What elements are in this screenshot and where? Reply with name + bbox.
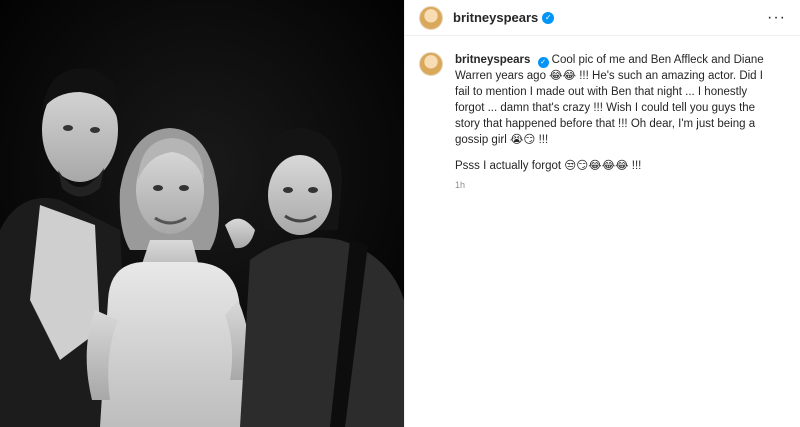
avatar[interactable] xyxy=(419,5,443,30)
verified-badge-icon: ✓ xyxy=(542,11,555,24)
caption-text: britneyspears ✓ Cool pic of me and Ben Af… xyxy=(455,52,773,148)
post-timestamp[interactable]: 1h xyxy=(455,180,773,190)
more-options-icon[interactable]: ··· xyxy=(767,9,786,27)
post-header: britneyspears ✓ ··· xyxy=(405,0,800,36)
caption-line2: Psss I actually forgot 😒😏😂😂😂 !!! xyxy=(455,160,642,172)
caption-body: britneyspears ✓ Cool pic of me and Ben Af… xyxy=(455,52,773,190)
post-photo[interactable] xyxy=(0,0,404,427)
caption-line1: Cool pic of me and Ben Affleck and Diane… xyxy=(455,54,767,146)
post-panel: britneyspears ✓ ··· britneyspears ✓ Cool … xyxy=(404,0,800,427)
verified-badge-icon: ✓ xyxy=(537,57,549,68)
caption-username[interactable]: britneyspears xyxy=(455,54,530,66)
caption-comment: britneyspears ✓ Cool pic of me and Ben Af… xyxy=(405,36,800,190)
photo-illustration xyxy=(0,0,404,427)
header-username[interactable]: britneyspears xyxy=(453,10,538,25)
caption-avatar[interactable] xyxy=(419,52,443,76)
